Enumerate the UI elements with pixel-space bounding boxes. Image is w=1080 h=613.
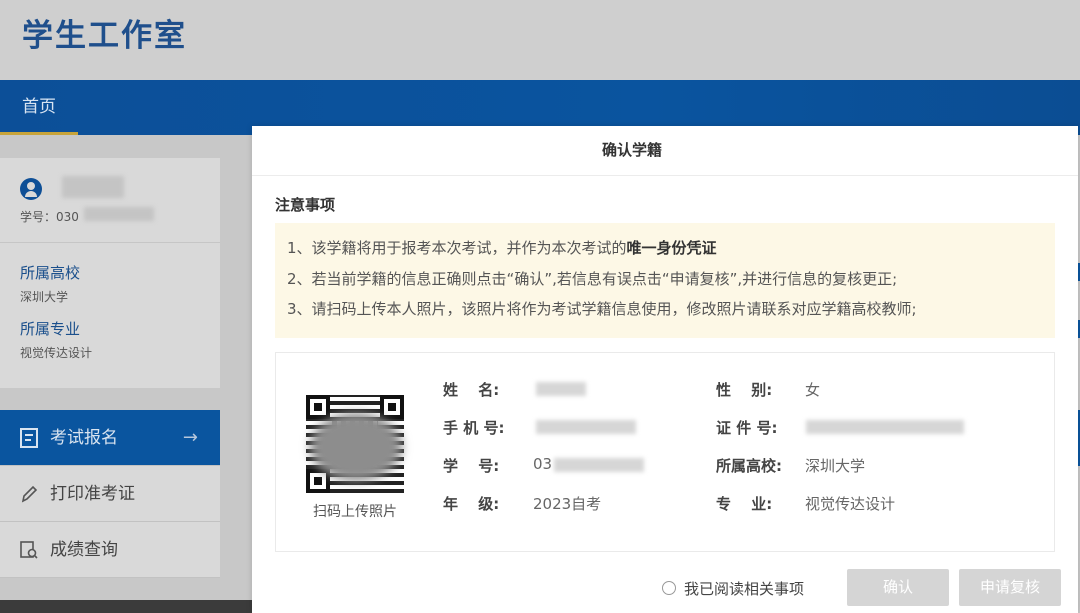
school-title[interactable]: 所属高校 xyxy=(20,262,80,283)
qr-caption: 扫码上传照片 xyxy=(313,504,397,520)
id-number-value-redacted xyxy=(806,420,964,434)
agree-radio[interactable] xyxy=(662,581,676,595)
grade-label: 年 级: xyxy=(443,495,500,513)
menu-item-print-ticket[interactable]: 打印准考证 xyxy=(0,466,220,522)
major-title[interactable]: 所属专业 xyxy=(20,318,80,339)
app-title: 学生工作室 xyxy=(22,18,187,54)
agree-label[interactable]: 我已阅读相关事项 xyxy=(684,578,804,599)
menu-label-print-ticket: 打印准考证 xyxy=(50,484,135,504)
grade-value: 2023自考 xyxy=(533,495,602,513)
confirm-button[interactable]: 确认 xyxy=(847,569,949,606)
major-field-label: 专 业: xyxy=(716,495,773,513)
qr-finder-mark xyxy=(306,395,330,419)
menu-item-score-query[interactable]: 成绩查询 xyxy=(0,522,220,578)
id-number-label: 证 件 号: xyxy=(716,419,778,437)
notice-1-text: 1、该学籍将用于报考本次考试，并作为本次考试的 xyxy=(287,239,627,257)
gender-value: 女 xyxy=(805,381,821,399)
qr-code-icon[interactable] xyxy=(306,395,404,493)
major-value: 视觉传达设计 xyxy=(20,346,93,360)
dialog-header: 确认学籍 xyxy=(252,126,1078,176)
student-id-value: 03 xyxy=(533,455,553,473)
school-field-label: 所属高校: xyxy=(716,457,782,475)
dialog-title: 确认学籍 xyxy=(601,141,662,159)
notice-box: 1、该学籍将用于报考本次考试，并作为本次考试的唯一身份凭证 2、若当前学籍的信息… xyxy=(275,223,1055,338)
qr-redaction xyxy=(310,413,402,481)
gender-label: 性 别: xyxy=(716,381,773,399)
nav-home-tab[interactable]: 首页 xyxy=(0,80,78,135)
menu-label-exam-register: 考试报名 xyxy=(50,428,118,448)
qr-finder-mark xyxy=(380,395,404,419)
confirm-enrollment-dialog: 确认学籍 注意事项 1、该学籍将用于报考本次考试，并作为本次考试的唯一身份凭证 … xyxy=(252,126,1078,613)
profile-divider xyxy=(0,242,220,243)
sidebar-menu: 考试报名 → 打印准考证 成绩查询 xyxy=(0,410,220,578)
menu-label-score-query: 成绩查询 xyxy=(50,540,118,560)
phone-value-redacted xyxy=(536,420,636,434)
register-icon xyxy=(20,428,38,448)
school-field-value: 深圳大学 xyxy=(805,457,866,475)
name-value-redacted xyxy=(536,382,586,396)
pencil-icon xyxy=(21,485,38,503)
student-name-redacted xyxy=(62,176,124,198)
name-label: 姓 名: xyxy=(443,381,500,399)
top-header: 学生工作室 xyxy=(0,0,1080,80)
notice-line-1: 1、该学籍将用于报考本次考试，并作为本次考试的唯一身份凭证 xyxy=(287,233,1043,264)
notice-heading: 注意事项 xyxy=(275,196,336,214)
school-value: 深圳大学 xyxy=(20,290,69,304)
notice-line-3: 3、请扫码上传本人照片，该照片将作为考试学籍信息使用，修改照片请联系对应学籍高校… xyxy=(287,300,917,318)
menu-item-exam-register[interactable]: 考试报名 → xyxy=(0,410,220,466)
student-id-field-label: 学 号: xyxy=(443,457,500,475)
notice-line-2: 2、若当前学籍的信息正确则点击“确认”,若信息有误点击“申请复核”,并进行信息的… xyxy=(287,269,898,288)
notice-1-emphasis: 唯一身份凭证 xyxy=(626,239,717,257)
student-id-redacted xyxy=(84,207,154,221)
student-id-label: 学号：030 xyxy=(20,210,79,224)
user-icon xyxy=(20,178,42,200)
major-field-value: 视觉传达设计 xyxy=(805,495,896,513)
phone-label: 手 机 号: xyxy=(443,419,505,437)
request-review-button[interactable]: 申请复核 xyxy=(959,569,1061,606)
student-id-value-redacted xyxy=(554,458,644,472)
arrow-right-icon: → xyxy=(182,427,198,448)
student-info-panel: 扫码上传照片 姓 名: 手 机 号: 学 号: 03 年 级: 2023自考 性… xyxy=(275,352,1055,552)
bottom-bar xyxy=(0,600,252,613)
search-doc-icon xyxy=(20,541,38,559)
